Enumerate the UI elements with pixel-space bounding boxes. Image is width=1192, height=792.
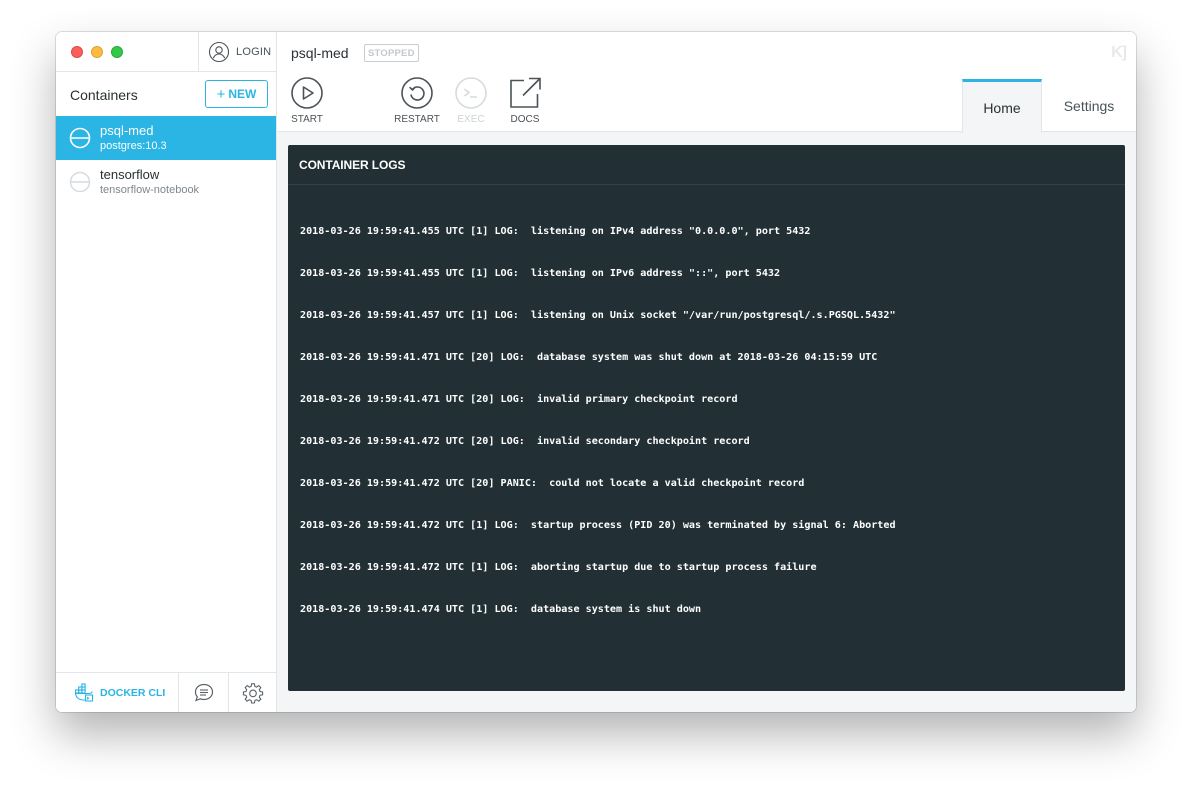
stopped-state-icon <box>69 127 91 149</box>
docs-label: DOCS <box>510 114 540 125</box>
log-line: 2018-03-26 19:59:41.472 UTC [20] LOG: in… <box>300 436 750 447</box>
restart-icon <box>401 77 433 109</box>
container-name: tensorflow <box>100 167 160 182</box>
terminal-icon <box>455 77 487 109</box>
minimize-window-button[interactable] <box>91 46 103 58</box>
start-label: START <box>291 114 323 125</box>
container-item-tensorflow[interactable]: tensorflow tensorflow-notebook <box>56 160 276 204</box>
gear-icon <box>242 683 264 704</box>
kitematic-logo-icon: K] <box>1111 44 1127 61</box>
log-line: 2018-03-26 19:59:41.472 UTC [1] LOG: sta… <box>300 520 896 531</box>
exec-button[interactable]: EXEC <box>447 76 495 128</box>
feedback-button[interactable] <box>179 673 229 712</box>
log-line: 2018-03-26 19:59:41.472 UTC [1] LOG: abo… <box>300 562 817 573</box>
preferences-button[interactable] <box>229 673 277 712</box>
exec-label: EXEC <box>457 114 485 125</box>
log-line: 2018-03-26 19:59:41.455 UTC [1] LOG: lis… <box>300 268 781 279</box>
login-button[interactable]: LOGIN <box>198 32 277 72</box>
play-icon <box>291 77 323 109</box>
docker-cli-label: DOCKER CLI <box>100 687 166 699</box>
status-badge: STOPPED <box>364 44 419 62</box>
container-title: psql-med <box>291 45 349 61</box>
sidebar-titlebar: LOGIN <box>56 32 277 72</box>
tab-settings[interactable]: Settings <box>1042 79 1136 132</box>
restart-label: RESTART <box>394 114 440 125</box>
container-image: postgres:10.3 <box>100 140 167 152</box>
chat-bubble-icon <box>194 683 213 702</box>
new-container-button[interactable]: + NEW <box>205 80 268 108</box>
tab-home[interactable]: Home <box>962 79 1042 133</box>
container-name: psql-med <box>100 123 154 138</box>
docker-cli-icon <box>74 683 94 702</box>
containers-header: Containers + NEW <box>56 72 277 116</box>
log-output[interactable]: 2018-03-26 19:59:41.455 UTC [1] LOG: lis… <box>300 197 1115 645</box>
login-label: LOGIN <box>236 46 272 58</box>
app-window: LOGIN Containers + NEW psql-med postgres… <box>56 32 1136 712</box>
docs-button[interactable]: DOCS <box>501 76 549 128</box>
log-line: 2018-03-26 19:59:41.471 UTC [20] LOG: da… <box>300 352 878 363</box>
logs-title: CONTAINER LOGS <box>288 145 1125 185</box>
docker-cli-button[interactable]: DOCKER CLI <box>56 673 179 712</box>
container-logs-panel: CONTAINER LOGS 2018-03-26 19:59:41.455 U… <box>288 145 1125 691</box>
log-line: 2018-03-26 19:59:41.471 UTC [20] LOG: in… <box>300 394 738 405</box>
sidebar-footer: DOCKER CLI <box>56 672 277 712</box>
user-icon <box>208 41 230 63</box>
sidebar: LOGIN Containers + NEW psql-med postgres… <box>56 32 277 712</box>
restart-button[interactable]: RESTART <box>393 76 441 128</box>
desktop-background: LOGIN Containers + NEW psql-med postgres… <box>0 0 1192 792</box>
zoom-window-button[interactable] <box>111 46 123 58</box>
log-line: 2018-03-26 19:59:41.455 UTC [1] LOG: lis… <box>300 226 811 237</box>
main-panel: psql-med STOPPED K] START RESTART EXEC D… <box>277 32 1136 712</box>
stopped-state-icon <box>69 171 91 193</box>
container-header: psql-med STOPPED K] START RESTART EXEC D… <box>277 32 1136 133</box>
close-window-button[interactable] <box>71 46 83 58</box>
log-line: 2018-03-26 19:59:41.474 UTC [1] LOG: dat… <box>300 604 702 615</box>
external-link-icon <box>510 77 541 108</box>
container-image: tensorflow-notebook <box>100 184 200 196</box>
containers-title: Containers <box>70 87 138 103</box>
log-line: 2018-03-26 19:59:41.472 UTC [20] PANIC: … <box>300 478 805 489</box>
container-item-psql-med[interactable]: psql-med postgres:10.3 <box>56 116 276 160</box>
new-button-label: NEW <box>228 87 257 101</box>
plus-icon: + <box>216 85 226 103</box>
log-line: 2018-03-26 19:59:41.457 UTC [1] LOG: lis… <box>300 310 896 321</box>
start-button[interactable]: START <box>283 76 331 128</box>
